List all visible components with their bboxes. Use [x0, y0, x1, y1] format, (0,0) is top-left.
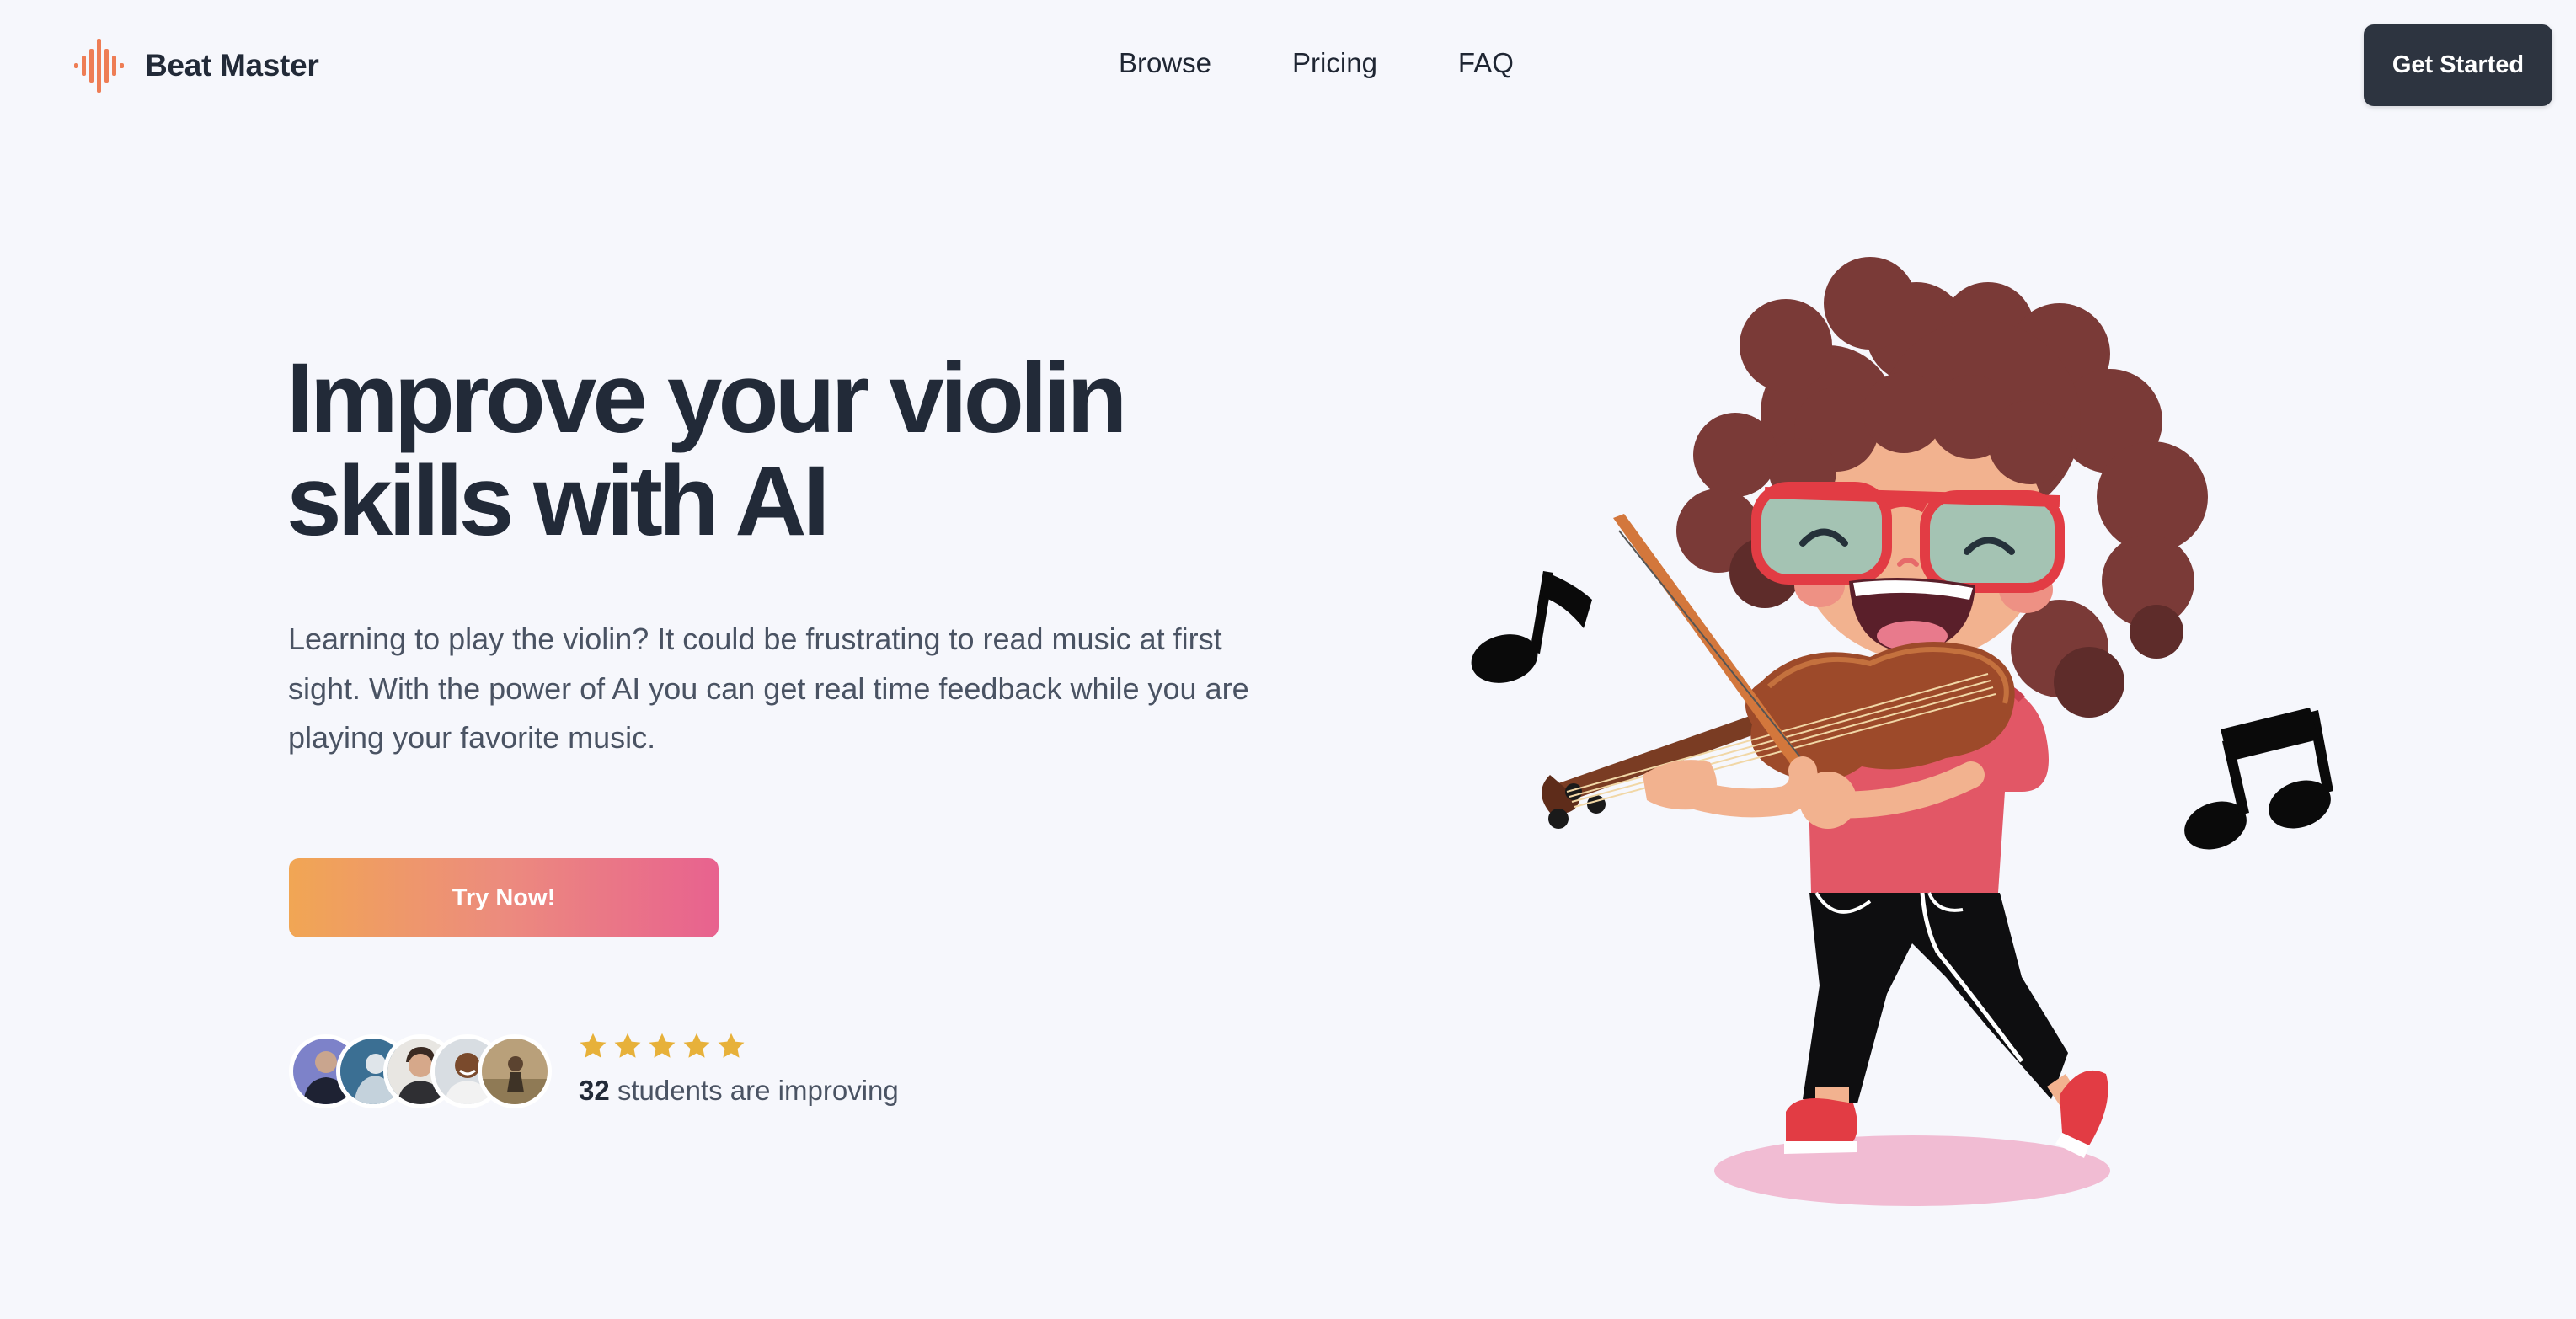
hero-description: Learning to play the violin? It could be… — [288, 622, 1249, 755]
hero-title-line-1: Improve your violin — [286, 343, 1127, 454]
sound-wave-icon — [74, 39, 124, 93]
rating-stars — [578, 1031, 746, 1061]
student-count-label: students are improving — [617, 1075, 899, 1106]
student-avatars — [289, 1034, 558, 1112]
avatar — [478, 1034, 552, 1108]
nav-link-faq[interactable]: FAQ — [1458, 47, 1514, 79]
hero-title-line-2: skills with AI — [286, 446, 830, 557]
brand-logo[interactable]: Beat Master — [74, 37, 319, 94]
star-icon — [580, 1033, 607, 1058]
child-playing-violin-illustration — [1471, 257, 2333, 1206]
star-icon — [614, 1033, 641, 1058]
get-started-button[interactable]: Get Started — [2364, 24, 2552, 106]
main-nav: Browse Pricing FAQ — [1119, 47, 1514, 79]
star-icon — [649, 1033, 676, 1058]
nav-link-browse[interactable]: Browse — [1119, 47, 1211, 79]
students-improving-text: 32 students are improving — [579, 1075, 899, 1107]
student-count: 32 — [579, 1075, 610, 1106]
hero-title: Improve your violin skills with AI — [286, 347, 1365, 553]
try-now-button[interactable]: Try Now! — [289, 858, 719, 937]
star-icon — [683, 1033, 710, 1058]
brand-name: Beat Master — [145, 48, 319, 83]
star-icon — [718, 1033, 745, 1058]
beamed-notes-icon — [2184, 708, 2333, 850]
navbar: Beat Master Browse Pricing FAQ Get Start… — [0, 0, 2576, 135]
music-note-icon — [1471, 571, 1592, 683]
nav-link-pricing[interactable]: Pricing — [1292, 47, 1377, 79]
